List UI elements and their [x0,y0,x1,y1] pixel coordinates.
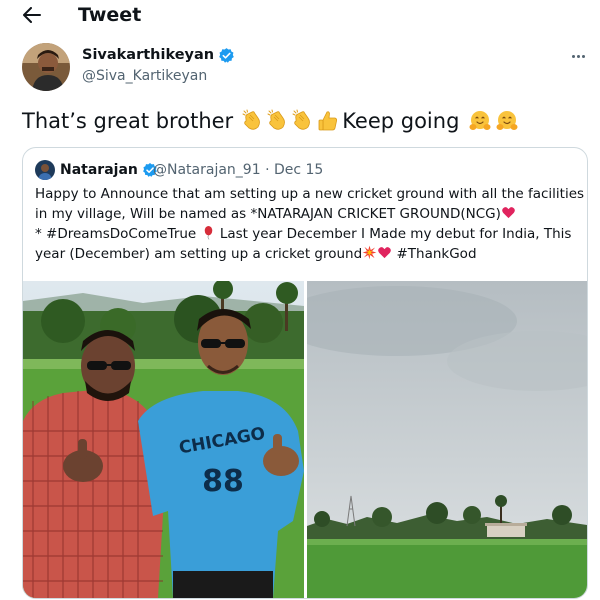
clapping-hands-icon [267,109,286,130]
more-dot-icon [576,54,580,58]
quoted-text-segment: in my village, Will be named as *NATARAJ… [35,206,501,222]
quoted-tweet-meta: @Natarajan_91 · Dec 15 [153,160,323,180]
quoted-tweet-text: Happy to Announce that am setting up a n… [35,184,585,264]
quoted-author-avatar[interactable] [35,160,55,180]
quoted-text-segment: * #DreamsDoComeTrue [35,226,201,242]
meta-separator: · [260,162,274,178]
quoted-author-handle[interactable]: @Natarajan_91 [153,162,261,178]
more-dot-icon [571,54,575,58]
more-dot-icon [581,54,585,58]
emoji-group [467,109,519,133]
quoted-tweet-date[interactable]: Dec 15 [274,162,323,178]
hugging-face-icon [496,111,518,130]
back-arrow-icon [23,7,41,23]
tweet-text: That’s great brother Keep going [22,106,519,136]
quoted-text-segment: year (December) am setting up a cricket … [35,246,363,262]
back-button[interactable] [18,3,46,27]
emoji-group [240,109,340,133]
tweet-text-after: Keep going [342,109,460,133]
top-bar: Tweet [0,0,600,30]
tweet-text-main: That’s great brother [22,109,234,133]
quoted-text-line: * #DreamsDoComeTrue Last year December I… [35,224,580,244]
author-handle[interactable]: @Siva_Kartikeyan [82,66,207,86]
photo-cricket-ground[interactable] [307,281,587,598]
author-name-text[interactable]: Sivakarthikeyan [82,45,214,65]
author-name[interactable]: Sivakarthikeyan [82,45,235,65]
clapping-hands-icon [292,109,311,130]
red-heart-icon [502,207,515,219]
red-heart-icon [378,247,392,259]
verified-badge-icon [219,47,234,63]
page-title: Tweet [78,4,142,26]
quoted-text-line: in my village, Will be named as *NATARAJ… [35,204,580,224]
thumbs-up-icon [318,111,338,131]
quoted-text-line: year (December) am setting up a cricket … [35,244,580,264]
collision-icon [362,245,377,260]
quoted-text-line: Happy to Announce that am setting up a n… [35,186,585,202]
quoted-text-segment: #ThankGod [392,246,477,262]
quoted-author-name[interactable]: Natarajan [60,160,158,180]
shirt-number: 88 [202,464,244,499]
more-options-button[interactable] [566,46,590,66]
quoted-author-name-text[interactable]: Natarajan [60,160,138,180]
photo-two-men[interactable]: CHICAGO 88 [23,281,304,598]
quoted-tweet-card[interactable]: Natarajan @Natarajan_91 · Dec 15 Happy t… [22,147,588,599]
clapping-hands-icon [242,109,261,130]
red-balloon-icon [204,225,212,240]
quoted-text-segment: Last year December I Made my debut for I… [215,226,572,242]
author-avatar[interactable] [22,43,70,91]
hugging-face-icon [469,111,491,130]
